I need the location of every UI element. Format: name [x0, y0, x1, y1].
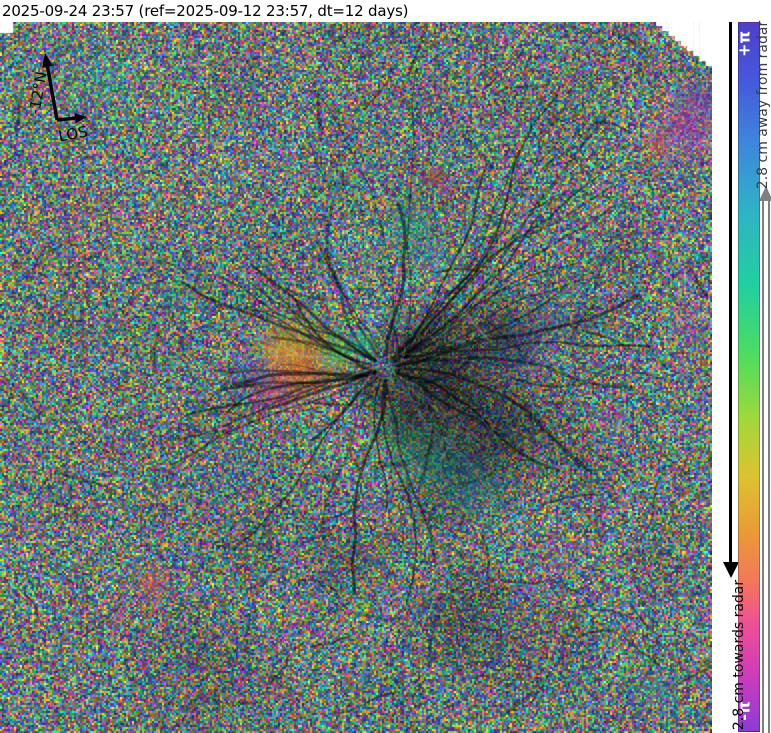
towards-radar-arrow-icon	[729, 22, 732, 562]
interferogram-image	[0, 22, 712, 733]
towards-radar-arrowhead-icon	[723, 562, 739, 578]
away-from-radar-arrow-icon	[762, 200, 770, 733]
colorbar-max-tick: +π	[735, 31, 754, 57]
los-arrow-icon	[57, 113, 87, 123]
colorbar-towards-label: 2.8 cm towards radar	[731, 580, 747, 730]
figure: 2025-09-24 23:57 (ref=2025-09-12 23:57, …	[0, 0, 771, 733]
figure-title: 2025-09-24 23:57 (ref=2025-09-12 23:57, …	[2, 2, 408, 20]
colorbar-away-label: 2.8 cm away from radar	[755, 21, 771, 189]
